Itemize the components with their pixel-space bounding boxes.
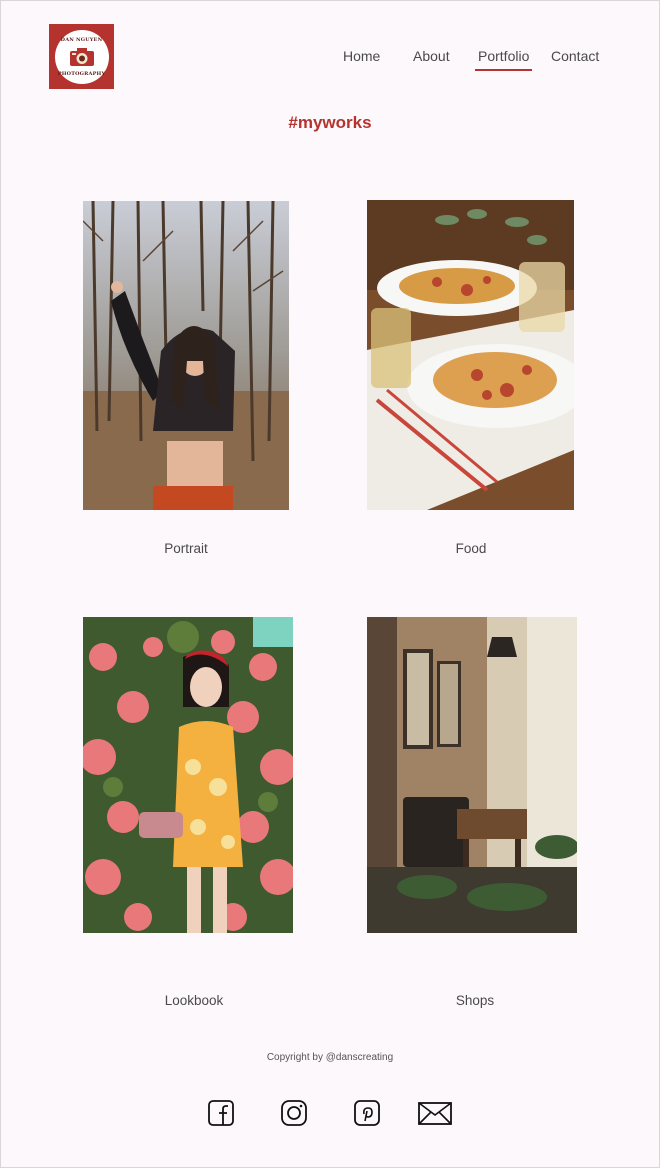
logo-text-top: DAN NGUYEN xyxy=(60,36,103,43)
portfolio-label-shops[interactable]: Shops xyxy=(375,993,575,1008)
instagram-icon[interactable] xyxy=(278,1098,310,1128)
nav-contact[interactable]: Contact xyxy=(551,47,599,69)
portfolio-label-food[interactable]: Food xyxy=(371,541,571,556)
pinterest-icon[interactable] xyxy=(351,1098,383,1128)
nav-home[interactable]: Home xyxy=(343,47,380,69)
page-title: #myworks xyxy=(288,113,372,132)
portfolio-label-lookbook[interactable]: Lookbook xyxy=(94,993,294,1008)
shops-photo[interactable] xyxy=(367,617,577,933)
facebook-icon[interactable] xyxy=(205,1098,237,1128)
main-nav: Home About Portfolio Contact xyxy=(0,47,660,73)
mail-icon[interactable] xyxy=(417,1098,453,1128)
food-photo[interactable] xyxy=(367,200,574,510)
nav-portfolio[interactable]: Portfolio xyxy=(475,47,533,71)
portrait-photo[interactable] xyxy=(83,201,289,510)
lookbook-photo[interactable] xyxy=(83,617,293,933)
copyright-text: Copyright by @danscreating xyxy=(266,1052,394,1063)
nav-about[interactable]: About xyxy=(413,47,450,69)
portfolio-label-portrait[interactable]: Portrait xyxy=(86,541,286,556)
